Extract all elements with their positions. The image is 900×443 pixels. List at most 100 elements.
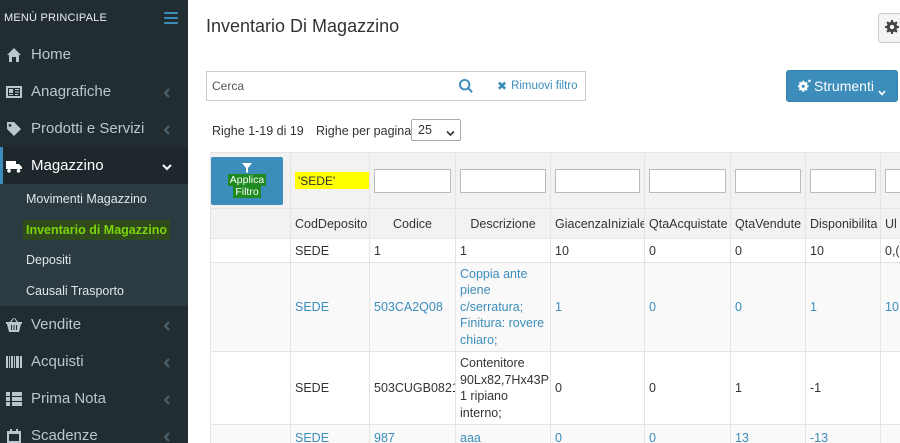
page-title: Inventario Di Magazzino — [206, 15, 400, 36]
hamburger-menu-icon[interactable] — [164, 12, 178, 24]
column-header-empty — [210, 208, 291, 239]
cell-qtavendute: 0 — [730, 238, 806, 263]
filter-giacenza-input[interactable] — [555, 168, 640, 193]
search-icon[interactable] — [458, 78, 473, 93]
menu-title: MENÙ PRINCIPALE — [4, 12, 108, 24]
cell-disponibilita[interactable]: -13 — [805, 424, 881, 443]
page-header: Inventario Di Magazzino — [188, 0, 900, 52]
filter-cell: Applica Filtro — [210, 152, 291, 209]
desc-line: 90Lx82,7Hx43P; — [460, 372, 551, 387]
cell-disponibilita: 10 — [805, 238, 881, 263]
chevron-left-icon — [162, 429, 174, 442]
sidebar: MENÙ PRINCIPALE Home Anagrafiche Prodott… — [0, 0, 188, 443]
filter-cell — [369, 152, 456, 209]
row-action-cell — [210, 351, 291, 425]
desc-line: Coppia ante — [460, 266, 528, 281]
caret-down-icon — [878, 83, 886, 96]
column-header-qtavendute[interactable]: QtaVendute — [730, 208, 806, 239]
cell-codice: 503CUGB0821 — [369, 351, 456, 425]
column-header-coddeposito[interactable]: CodDeposito — [290, 208, 370, 239]
cell-ul[interactable]: 10 — [880, 262, 900, 352]
cell-qtavendute[interactable]: 0 — [730, 262, 806, 352]
submenu-item-causali[interactable]: Causali Trasporto — [0, 276, 188, 307]
cell-descrizione: Contenitore 90Lx82,7Hx43P; 1 ripiano int… — [455, 351, 551, 425]
sidebar-item-label: Vendite — [31, 316, 82, 333]
table-row[interactable]: SEDE 987 aaa 0 0 13 -13 — [210, 424, 900, 443]
cell-giacenza: 0 — [550, 351, 645, 425]
rows-per-page-select[interactable]: 25 — [411, 119, 461, 141]
column-header-disponibilita[interactable]: Disponibilita — [805, 208, 881, 239]
desc-line: chiaro; — [460, 332, 498, 347]
cell-qtaacquistate[interactable]: 0 — [644, 424, 731, 443]
sidebar-item-anagrafiche[interactable]: Anagrafiche — [0, 73, 188, 110]
column-header-ul[interactable]: Ul — [880, 208, 900, 239]
sidebar-item-home[interactable]: Home — [0, 36, 188, 73]
filter-qtavendute-input[interactable] — [735, 168, 801, 193]
cell-coddeposito[interactable]: SEDE — [290, 424, 370, 443]
list-icon — [5, 391, 23, 407]
cell-disponibilita: -1 — [805, 351, 881, 425]
sidebar-item-acquisti[interactable]: Acquisti — [0, 343, 188, 380]
sidebar-item-label: Anagrafiche — [31, 83, 112, 100]
filter-disponibilita-input[interactable] — [810, 168, 876, 193]
sidebar-item-label: Prima Nota — [31, 390, 107, 407]
search-input[interactable] — [207, 73, 447, 99]
cell-codice[interactable]: 987 — [369, 424, 456, 443]
column-header-qtaacquistate[interactable]: QtaAcquistate — [644, 208, 731, 239]
rows-per-page-label: Righe per pagina — [316, 124, 412, 138]
filter-coddeposito-input[interactable] — [295, 172, 369, 189]
filter-descrizione-input[interactable] — [460, 168, 546, 193]
filter-codice-input[interactable] — [374, 168, 451, 193]
sidebar-item-scadenze[interactable]: Scadenze — [0, 417, 188, 443]
desc-line: interno; — [460, 405, 502, 420]
cell-descrizione[interactable]: Coppia ante piene c/serratura; Finitura:… — [455, 262, 551, 352]
home-icon — [5, 47, 23, 63]
table-row[interactable]: SEDE 503CUGB0821 Contenitore 90Lx82,7Hx4… — [210, 351, 900, 425]
cell-qtaacquistate[interactable]: 0 — [644, 262, 731, 352]
apply-filter-button[interactable]: Applica Filtro — [211, 156, 283, 205]
cell-coddeposito: SEDE — [290, 238, 370, 263]
sidebar-item-label: Home — [31, 46, 72, 63]
sidebar-item-prodotti[interactable]: Prodotti e Servizi — [0, 110, 188, 147]
sidebar-item-prima-nota[interactable]: Prima Nota — [0, 380, 188, 417]
submenu-item-depositi[interactable]: Depositi — [0, 245, 188, 276]
cell-codice[interactable]: 503CA2Q08 — [369, 262, 456, 352]
chevron-down-icon — [446, 126, 455, 137]
filter-cell — [880, 152, 900, 209]
sidebar-header: MENÙ PRINCIPALE — [0, 0, 188, 36]
table-row[interactable]: SEDE 1 1 10 0 0 10 0,( — [210, 238, 900, 263]
sidebar-item-vendite[interactable]: Vendite — [0, 306, 188, 343]
tools-button[interactable]: Strumenti — [786, 70, 898, 102]
filter-cell — [455, 152, 551, 209]
settings-button[interactable] — [878, 13, 900, 43]
desc-line: Finitura: rovere — [460, 316, 545, 331]
cell-giacenza[interactable]: 0 — [550, 424, 645, 443]
chevron-left-icon — [162, 122, 174, 135]
header-row: CodDeposito Codice Descrizione GiacenzaI… — [210, 208, 900, 239]
column-header-giacenza[interactable]: GiacenzaIniziale — [550, 208, 645, 239]
cell-disponibilita[interactable]: 1 — [805, 262, 881, 352]
sidebar-item-magazzino[interactable]: Magazzino — [0, 147, 188, 184]
cell-coddeposito[interactable]: SEDE — [290, 262, 370, 352]
cell-descrizione[interactable]: aaa — [455, 424, 551, 443]
cell-ul: 0,( — [880, 238, 900, 263]
sidebar-item-label: Magazzino — [31, 157, 104, 174]
cell-giacenza: 10 — [550, 238, 645, 263]
column-header-descrizione[interactable]: Descrizione — [455, 208, 551, 239]
row-action-cell — [210, 424, 291, 443]
filter-qtaacquistate-input[interactable] — [649, 168, 726, 193]
cell-codice: 1 — [369, 238, 456, 263]
rows-info: Righe 1-19 di 19 — [212, 124, 304, 138]
cell-qtavendute[interactable]: 13 — [730, 424, 806, 443]
remove-filter-label: Rimuovi filtro — [511, 80, 578, 92]
column-header-codice[interactable]: Codice — [369, 208, 456, 239]
cell-ul[interactable] — [880, 424, 900, 443]
filter-ul-input[interactable] — [885, 168, 900, 193]
desc-line: Contenitore — [460, 356, 525, 370]
submenu-item-movimenti[interactable]: Movimenti Magazzino — [0, 184, 188, 215]
tag-icon — [5, 121, 23, 137]
cell-giacenza[interactable]: 1 — [550, 262, 645, 352]
remove-filter-button[interactable]: ✖ Rimuovi filtro — [497, 79, 578, 93]
table-row[interactable]: SEDE 503CA2Q08 Coppia ante piene c/serra… — [210, 262, 900, 352]
submenu-item-inventario[interactable]: Inventario di Magazzino — [0, 215, 188, 246]
